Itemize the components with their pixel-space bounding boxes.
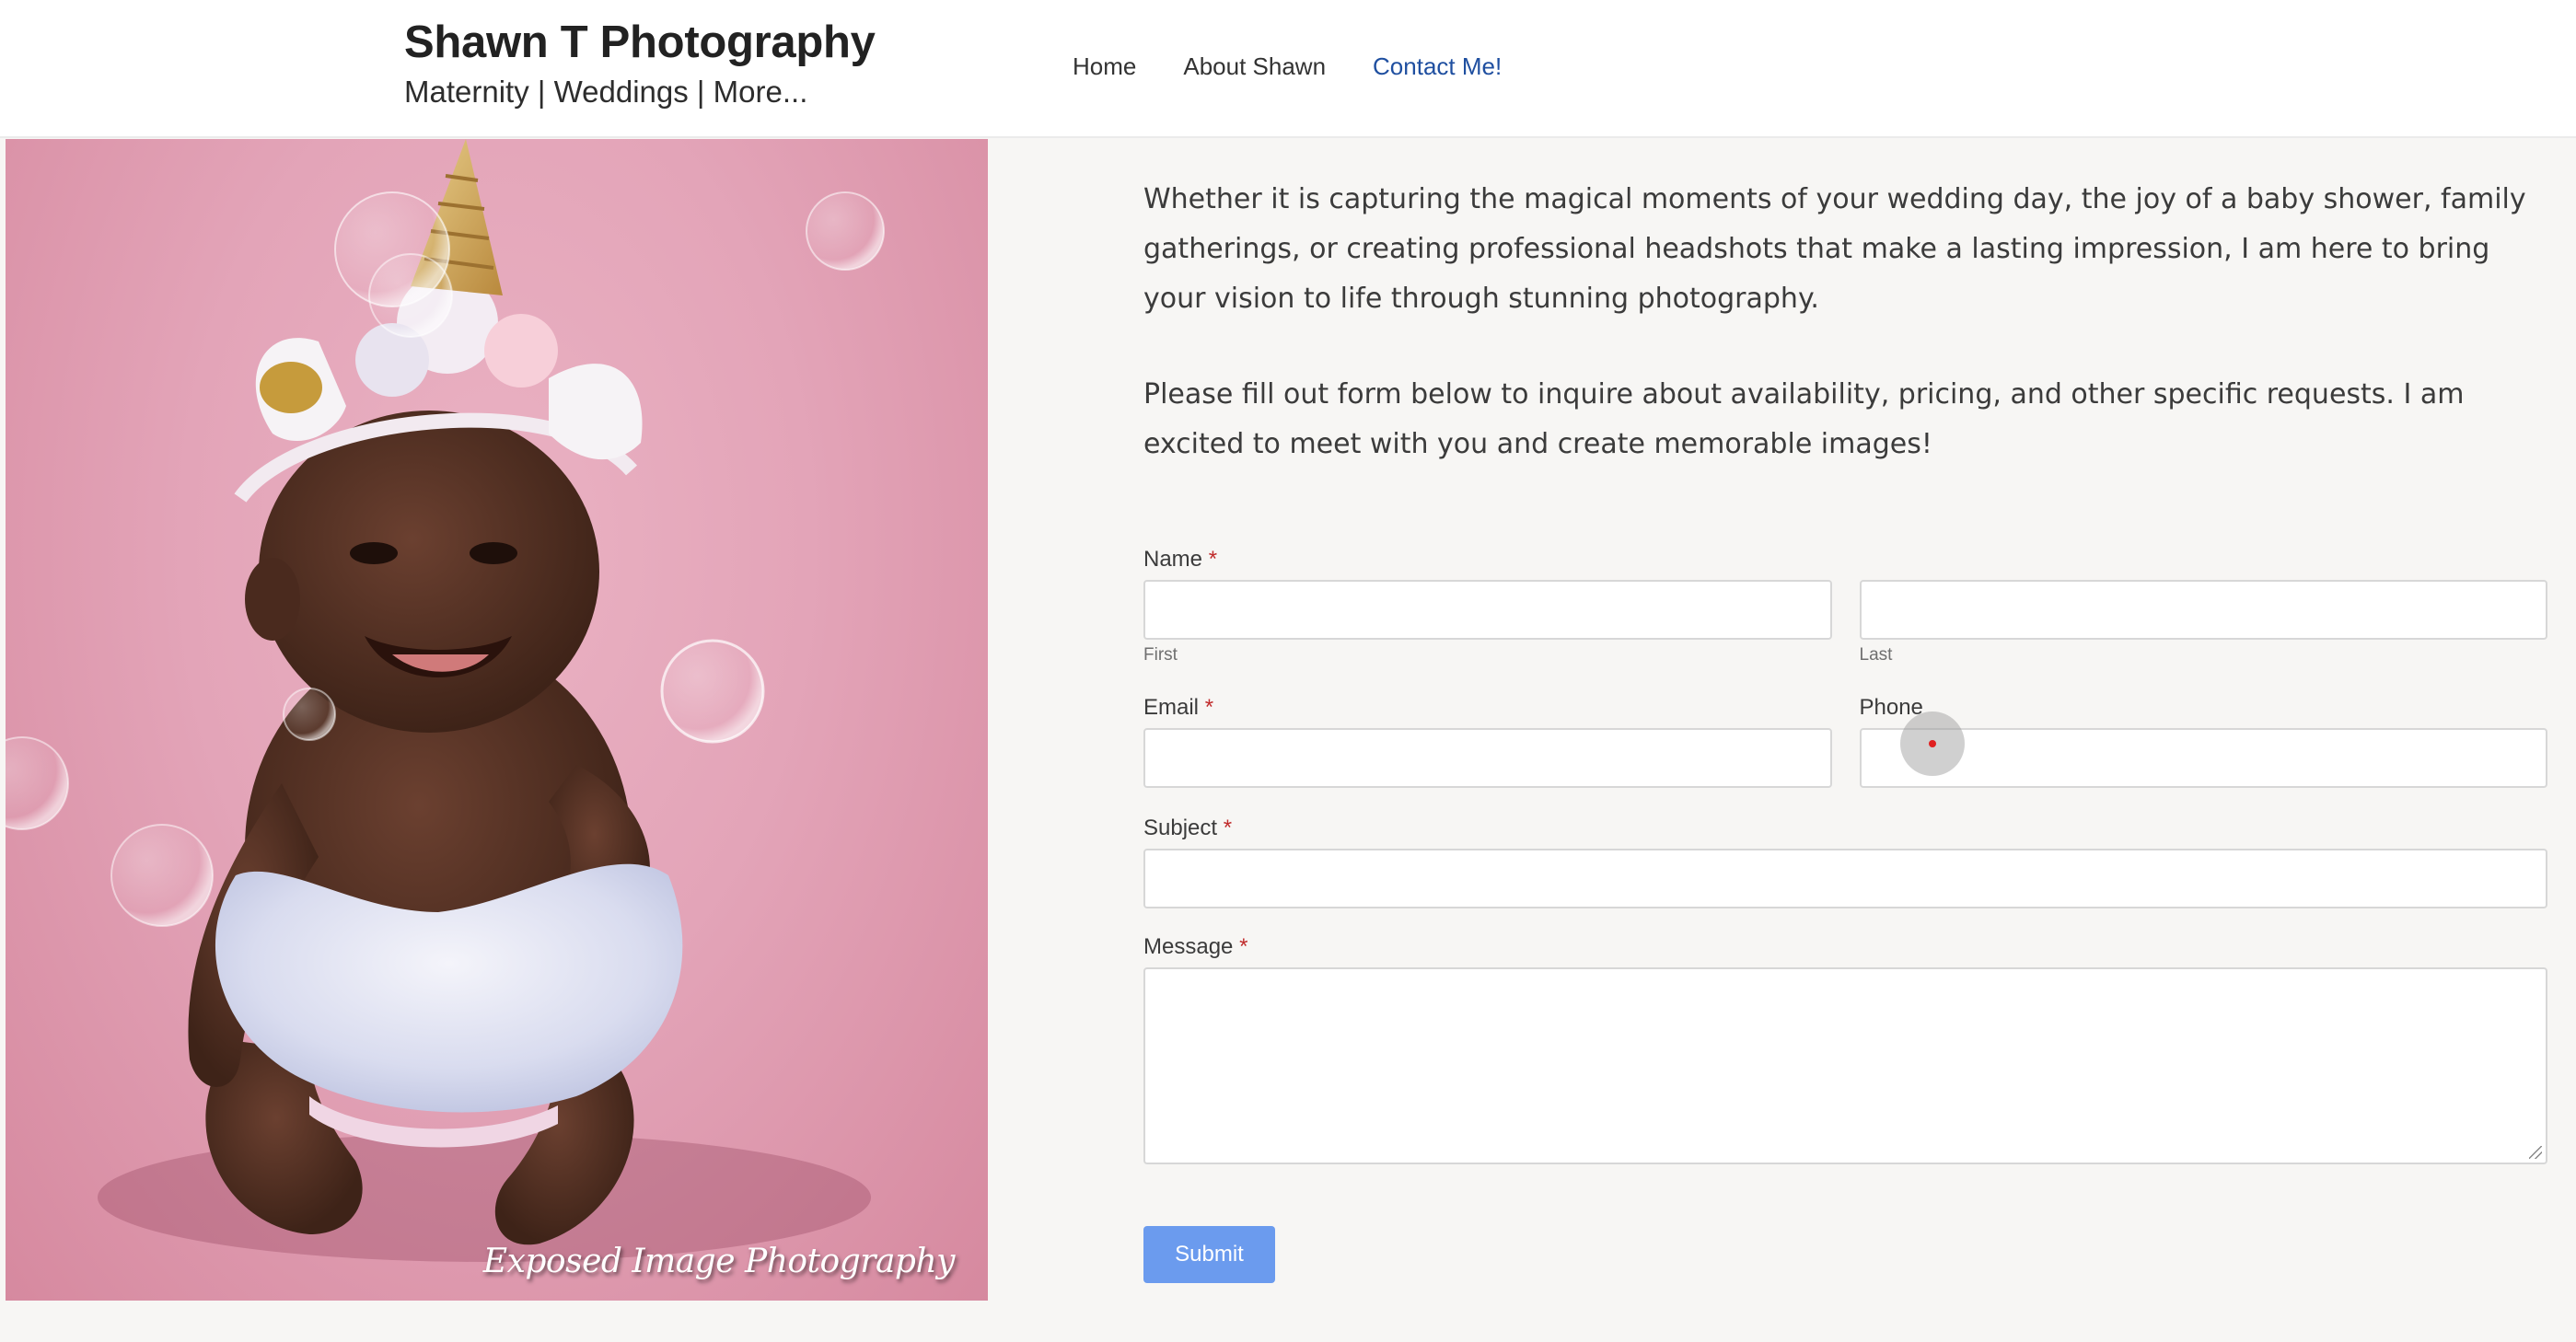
message-group: Message * bbox=[1143, 927, 2547, 1164]
site-header: Shawn T Photography Maternity | Weddings… bbox=[0, 0, 2576, 138]
intro-paragraph: Whether it is capturing the magical mome… bbox=[1143, 183, 2526, 315]
subject-label: Subject * bbox=[1143, 808, 2547, 849]
subject-label-text: Subject bbox=[1143, 816, 1218, 840]
main-nav: Home About Shawn Contact Me! bbox=[1073, 46, 1549, 87]
submit-button[interactable]: Submit bbox=[1143, 1226, 1275, 1283]
intro-content: Whether it is capturing the magical mome… bbox=[1143, 175, 2543, 515]
first-sublabel: First bbox=[1143, 645, 1178, 665]
email-label-text: Email bbox=[1143, 695, 1200, 720]
name-label-text: Name bbox=[1143, 547, 1203, 572]
subject-field[interactable] bbox=[1143, 849, 2547, 908]
nav-home[interactable]: Home bbox=[1073, 46, 1136, 87]
email-field[interactable] bbox=[1143, 728, 1832, 788]
name-label: Name * bbox=[1143, 539, 2547, 580]
required-asterisk: * bbox=[1223, 816, 1233, 840]
brand: Shawn T Photography Maternity | Weddings… bbox=[404, 13, 876, 112]
name-row: First Last bbox=[1143, 580, 2547, 671]
contact-form: Name * First Last Email * Phone Subject … bbox=[1143, 539, 2547, 1283]
contact-row: Email * Phone bbox=[1143, 688, 2547, 788]
form-instructions: Please fill out form below to inquire ab… bbox=[1143, 378, 2465, 460]
message-label: Message * bbox=[1143, 927, 2547, 967]
nav-contact-me[interactable]: Contact Me! bbox=[1373, 46, 1502, 87]
required-asterisk: * bbox=[1208, 547, 1218, 572]
first-name-input[interactable] bbox=[1143, 580, 1832, 640]
required-asterisk: * bbox=[1204, 695, 1214, 720]
subject-group: Subject * bbox=[1143, 808, 2547, 908]
required-asterisk: * bbox=[1239, 934, 1248, 959]
last-sublabel: Last bbox=[1859, 645, 1893, 665]
nav-about-shawn[interactable]: About Shawn bbox=[1183, 46, 1326, 87]
cursor-dot bbox=[1929, 740, 1936, 747]
baby-photo-illustration bbox=[6, 139, 885, 1262]
last-name-input[interactable] bbox=[1859, 580, 2547, 640]
photo-watermark: Exposed Image Photography bbox=[482, 1243, 956, 1280]
resize-grip-icon[interactable] bbox=[2529, 1146, 2542, 1159]
site-tagline: Maternity | Weddings | More... bbox=[404, 75, 808, 109]
message-label-text: Message bbox=[1143, 934, 1234, 959]
site-title[interactable]: Shawn T Photography bbox=[404, 13, 876, 72]
phone-label: Phone bbox=[1859, 695, 1923, 720]
hero-photo: Exposed Image Photography bbox=[6, 139, 988, 1301]
message-textarea[interactable] bbox=[1143, 967, 2547, 1164]
email-label: Email * bbox=[1143, 688, 1832, 728]
